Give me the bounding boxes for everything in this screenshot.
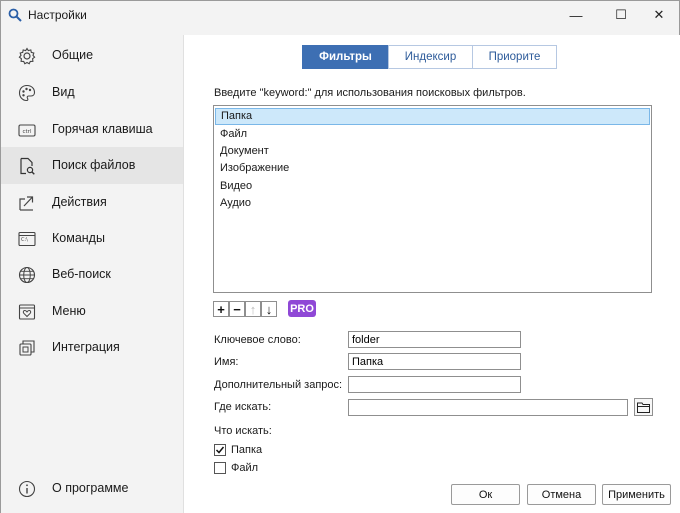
sidebar-item-integration[interactable]: Интеграция xyxy=(1,329,183,366)
info-icon xyxy=(18,480,36,498)
sidebar-item-view[interactable]: Вид xyxy=(1,74,183,111)
keyboard-icon: ctrl xyxy=(18,124,36,137)
pro-badge[interactable]: PRO xyxy=(288,300,316,317)
search-location-label: Где искать: xyxy=(214,401,272,413)
menu-heart-icon xyxy=(18,304,36,320)
sidebar-item-label: О программе xyxy=(52,481,129,495)
sidebar-item-label: Горячая клавиша xyxy=(52,122,153,136)
tab-indexing[interactable]: Индексир xyxy=(388,45,473,69)
sidebar-item-label: Меню xyxy=(52,304,86,318)
integration-icon xyxy=(19,340,35,356)
extra-query-label: Дополнительный запрос: xyxy=(214,379,343,391)
title-bar: Настройки — ☐ ✕ xyxy=(1,1,679,29)
search-location-input[interactable] xyxy=(348,399,628,416)
list-item[interactable]: Папка xyxy=(215,108,650,125)
list-item[interactable]: Аудио xyxy=(215,195,650,212)
sidebar-item-label: Интеграция xyxy=(52,340,120,354)
checkbox[interactable] xyxy=(214,444,226,456)
cancel-button[interactable]: Отмена xyxy=(527,484,596,505)
terminal-icon: C:\ xyxy=(18,231,36,247)
tab-filters[interactable]: Фильтры xyxy=(302,45,389,69)
sidebar-item-about[interactable]: О программе xyxy=(1,470,183,507)
window-title: Настройки xyxy=(28,8,87,22)
apply-button[interactable]: Применить xyxy=(602,484,671,505)
svg-text:C:\: C:\ xyxy=(21,237,28,243)
checkbox-file[interactable]: Файл xyxy=(214,462,258,474)
filters-hint: Введите "keyword:" для использования пои… xyxy=(214,87,526,99)
sidebar-item-file-search[interactable]: Поиск файлов xyxy=(1,147,183,184)
sidebar: Общие Вид ctrl Горячая клавиша Поиск фай… xyxy=(1,35,183,513)
close-button[interactable]: ✕ xyxy=(636,1,680,29)
sidebar-item-web-search[interactable]: Веб-поиск xyxy=(1,256,183,293)
list-item[interactable]: Документ xyxy=(215,143,650,160)
tab-priority[interactable]: Приорите xyxy=(472,45,557,69)
move-up-button[interactable]: ↑ xyxy=(245,301,261,317)
add-filter-button[interactable]: + xyxy=(213,301,229,317)
minimize-button[interactable]: — xyxy=(553,1,599,29)
checkbox-label: Папка xyxy=(231,444,263,456)
gear-icon xyxy=(18,47,36,65)
file-search-icon xyxy=(20,157,35,175)
share-arrow-icon xyxy=(19,196,34,211)
name-label: Имя: xyxy=(214,356,239,368)
ok-button[interactable]: Ок xyxy=(451,484,520,505)
keyword-input[interactable] xyxy=(348,331,521,348)
remove-filter-button[interactable]: − xyxy=(229,301,245,317)
move-down-button[interactable]: ↓ xyxy=(261,301,277,317)
sidebar-item-label: Общие xyxy=(52,48,94,62)
settings-content: Фильтры Индексир Приорите Введите "keywo… xyxy=(183,35,680,513)
svg-text:ctrl: ctrl xyxy=(23,129,32,135)
list-item[interactable]: Изображение xyxy=(215,160,650,177)
tab-strip: Фильтры Индексир Приорите xyxy=(302,45,557,69)
sidebar-item-commands[interactable]: C:\ Команды xyxy=(1,220,183,257)
app-icon xyxy=(8,8,22,22)
list-item[interactable]: Видео xyxy=(215,178,650,195)
sidebar-item-label: Команды xyxy=(52,231,105,245)
sidebar-item-hotkey[interactable]: ctrl Горячая клавиша xyxy=(1,111,183,148)
sidebar-item-label: Веб-поиск xyxy=(52,267,111,281)
checkmark-icon xyxy=(215,446,225,454)
filter-list[interactable]: Папка Файл Документ Изображение Видео Ау… xyxy=(213,105,652,293)
what-to-search-label: Что искать: xyxy=(214,425,272,437)
sidebar-item-actions[interactable]: Действия xyxy=(1,184,183,221)
extra-query-input[interactable] xyxy=(348,376,521,393)
settings-window: Настройки — ☐ ✕ Общие Вид ctrl Горячая к… xyxy=(0,0,680,513)
globe-icon xyxy=(18,266,36,284)
list-item[interactable]: Файл xyxy=(215,126,650,143)
checkbox-label: Файл xyxy=(231,462,259,474)
sidebar-item-label: Действия xyxy=(52,195,107,209)
checkbox-folder[interactable]: Папка xyxy=(214,444,262,456)
sidebar-item-label: Вид xyxy=(52,85,75,99)
palette-icon xyxy=(18,84,36,102)
folder-icon xyxy=(637,402,650,413)
sidebar-item-menu[interactable]: Меню xyxy=(1,293,183,330)
name-input[interactable] xyxy=(348,353,521,370)
keyword-label: Ключевое слово: xyxy=(214,334,301,346)
checkbox[interactable] xyxy=(214,462,226,474)
sidebar-item-label: Поиск файлов xyxy=(52,158,136,172)
browse-folder-button[interactable] xyxy=(634,398,653,416)
sidebar-item-general[interactable]: Общие xyxy=(1,37,183,74)
